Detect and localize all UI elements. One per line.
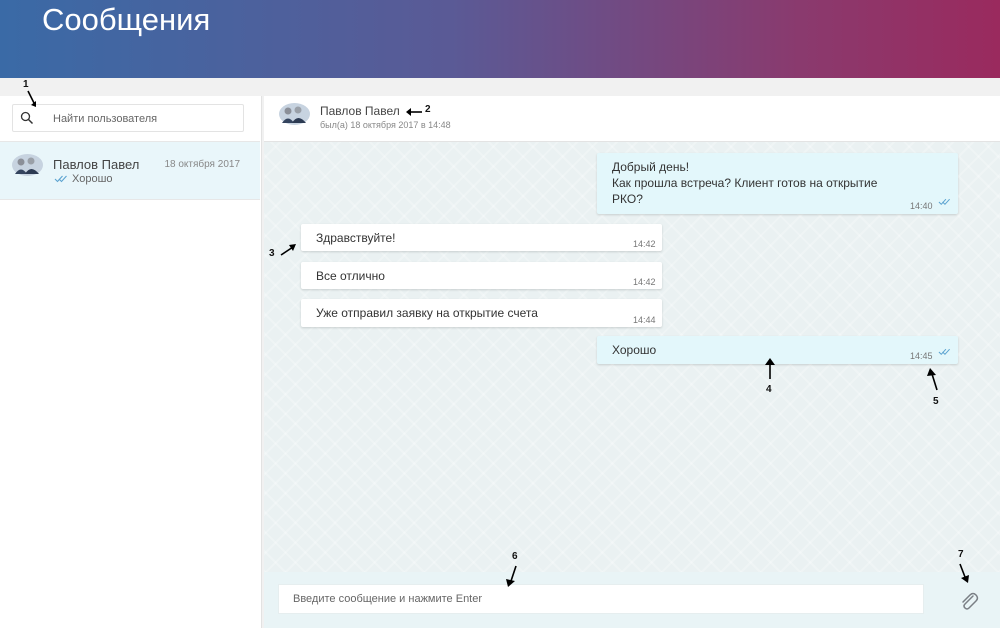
message-outgoing: Хорошо 14:45 [597,336,958,364]
chat-contact-name: Павлов Павел [320,104,400,118]
contact-date: 18 октября 2017 [164,159,240,170]
search-icon [20,111,34,125]
search-input[interactable] [53,109,238,129]
message-list: Добрый день! Как прошла встреча? Клиент … [264,142,1000,572]
annotation-number: 5 [933,396,939,407]
contact-item[interactable]: Павлов Павел 18 октября 2017 Хорошо [0,141,260,200]
chat-last-seen: был(а) 18 октября 2017 в 14:48 [320,120,451,130]
contact-last-message: Хорошо [72,173,113,185]
message-time: 14:44 [633,315,656,325]
annotation-arrow [959,563,969,583]
annotation-number: 7 [958,549,964,560]
annotation-number: 3 [269,248,275,259]
paperclip-icon[interactable] [958,590,980,612]
message-text: Хорошо [612,343,657,357]
annotation-number: 4 [766,384,772,395]
annotation-arrow [280,244,296,256]
message-incoming: Уже отправил заявку на открытие счета 14… [301,299,662,327]
annotation-arrow [27,90,36,107]
message-time: 14:40 [910,201,933,211]
message-outgoing: Добрый день! Как прошла встреча? Клиент … [597,153,958,214]
double-check-icon [938,348,950,356]
message-incoming: Все отлично 14:42 [301,262,662,289]
message-time: 14:42 [633,277,656,287]
message-time: 14:45 [910,351,933,361]
annotation-arrow [506,565,517,587]
annotation-number: 1 [23,79,29,90]
annotation-number: 2 [425,104,431,115]
user-search[interactable] [12,104,244,132]
chat-header: Павлов Павел был(а) 18 октября 2017 в 14… [264,96,1000,142]
annotation-arrow [927,368,938,391]
double-check-icon [54,175,67,183]
message-text: Все отлично [316,269,385,283]
message-incoming: Здравствуйте! 14:42 [301,224,662,251]
page-title: Сообщения [42,2,211,37]
message-input[interactable] [278,584,924,614]
message-text: Уже отправил заявку на открытие счета [316,306,538,320]
contact-name: Павлов Павел [53,157,140,172]
page-header: Сообщения [0,0,1000,78]
contacts-sidebar: Павлов Павел 18 октября 2017 Хорошо [0,96,262,628]
annotation-arrow [406,108,422,116]
double-check-icon [938,198,950,206]
avatar [12,154,43,176]
message-time: 14:42 [633,239,656,249]
annotation-number: 6 [512,551,518,562]
avatar [279,103,310,125]
annotation-arrow [765,358,775,379]
message-text: Здравствуйте! [316,231,396,245]
message-text: Добрый день! Как прошла встреча? Клиент … [612,160,878,206]
message-composer [264,572,1000,628]
